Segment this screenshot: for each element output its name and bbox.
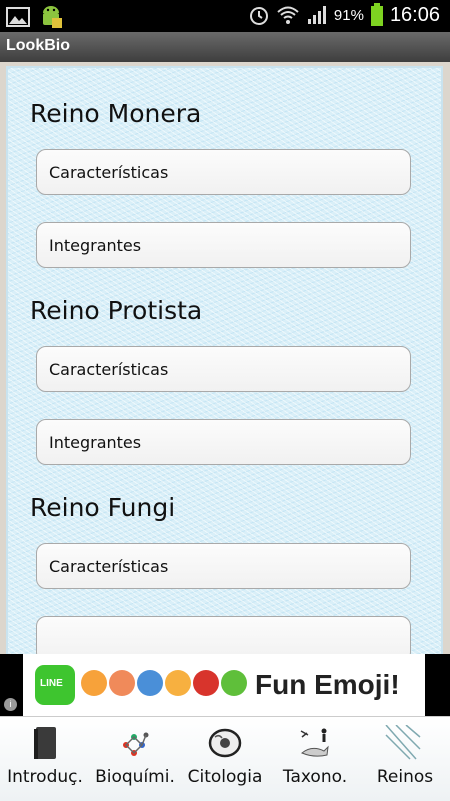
devil-emoji-icon xyxy=(193,670,219,696)
grin-emoji-icon xyxy=(165,670,191,696)
protista-caracteristicas-button[interactable]: Características xyxy=(36,346,411,392)
tab-reinos[interactable]: Reinos xyxy=(360,717,450,801)
wifi-icon xyxy=(277,6,299,24)
tab-label: Citologia xyxy=(187,767,263,787)
content-area[interactable]: Reino Monera Características Integrantes… xyxy=(0,62,450,654)
tab-introducao[interactable]: Introduç. xyxy=(0,717,90,801)
book-icon xyxy=(34,727,56,759)
fungi-caracteristicas-button[interactable]: Características xyxy=(36,543,411,589)
monera-caracteristicas-button[interactable]: Características xyxy=(36,149,411,195)
battery-percent: 91% xyxy=(333,6,364,24)
section-title-monera: Reino Monera xyxy=(30,99,202,128)
kiss-emoji-icon xyxy=(109,670,135,696)
smile-emoji-icon xyxy=(81,670,107,696)
section-title-protista: Reino Protista xyxy=(30,296,203,325)
molecule-icon xyxy=(123,732,149,756)
tab-label: Reinos xyxy=(376,767,434,787)
android-icon xyxy=(43,6,62,28)
app-bar: LookBio xyxy=(0,32,450,62)
tab-label: Taxono. xyxy=(282,767,348,787)
status-bar: 91% 16:06 xyxy=(0,0,450,32)
signal-icon xyxy=(307,6,326,24)
tab-label: Bioquími. xyxy=(95,767,175,787)
line-logo-icon: LINE xyxy=(35,665,75,705)
alarm-icon xyxy=(249,7,268,25)
section-title-fungi: Reino Fungi xyxy=(30,493,176,522)
clock: 16:06 xyxy=(389,3,440,26)
button-label: Características xyxy=(49,360,169,379)
tab-bioquimica[interactable]: Bioquími. xyxy=(90,717,180,801)
fungi-integrantes-button[interactable] xyxy=(36,616,411,654)
app-title: LookBio xyxy=(6,37,70,54)
line-logo-text: LINE xyxy=(40,678,63,689)
battery-icon xyxy=(370,3,383,26)
button-label: Integrantes xyxy=(49,433,142,452)
button-label: Integrantes xyxy=(49,236,142,255)
button-label: Características xyxy=(49,557,169,576)
ad-content[interactable]: LINE Fun Emoji! xyxy=(23,654,425,716)
monera-integrantes-button[interactable]: Integrantes xyxy=(36,222,411,268)
taxonomy-icon xyxy=(300,728,329,757)
reinos-icon xyxy=(385,725,421,760)
ad-info-icon[interactable]: i xyxy=(4,698,17,711)
protista-integrantes-button[interactable]: Integrantes xyxy=(36,419,411,465)
tab-taxonomia[interactable]: Taxono. xyxy=(270,717,360,801)
tab-label: Introduç. xyxy=(7,767,83,787)
ad-text: Fun Emoji! xyxy=(255,669,400,700)
scared-emoji-icon xyxy=(137,670,163,696)
button-label: Características xyxy=(49,163,169,182)
ad-banner[interactable]: LINE Fun Emoji! i xyxy=(0,654,450,716)
cell-icon xyxy=(208,728,242,758)
bottom-tab-bar: Introduç. Bioquími. Citologia Taxono. Re… xyxy=(0,716,450,801)
tab-citologia[interactable]: Citologia xyxy=(180,717,270,801)
alien-emoji-icon xyxy=(221,670,247,696)
image-icon xyxy=(6,7,30,27)
kingdom-list: Reino Monera Características Integrantes… xyxy=(6,66,443,654)
